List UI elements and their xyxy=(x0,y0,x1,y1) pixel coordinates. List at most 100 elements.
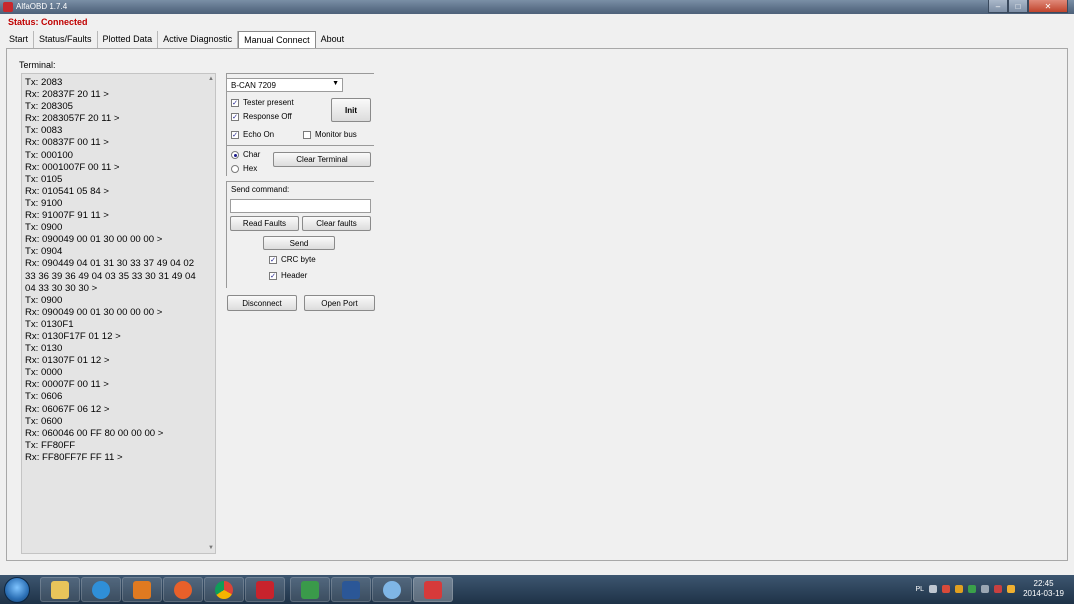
terminal-line: Rx: FF80FF7F FF 11 > xyxy=(25,451,123,463)
security-icon[interactable] xyxy=(955,585,964,593)
language-indicator[interactable]: PL xyxy=(916,586,925,593)
tab-start[interactable]: Start xyxy=(4,31,35,48)
response-off-checkbox[interactable]: ✓ Response Off xyxy=(231,112,292,121)
flag-icon[interactable] xyxy=(942,585,951,593)
terminal-line: Rx: 090049 00 01 30 00 00 00 > xyxy=(25,306,163,318)
terminal-line: Rx: 01307F 01 12 > xyxy=(25,355,110,367)
terminal-line: Rx: 010541 05 84 > xyxy=(25,185,110,197)
terminal-line: Rx: 06067F 06 12 > xyxy=(25,403,110,415)
terminal-line: Tx: 9100 xyxy=(25,197,63,209)
firefox-icon[interactable] xyxy=(163,577,203,602)
window-title: AlfaOBD 1.7.4 xyxy=(16,2,68,11)
crc-byte-label: CRC byte xyxy=(281,255,316,264)
crc-byte-checkbox[interactable]: ✓ CRC byte xyxy=(269,255,316,264)
monitor-bus-label: Monitor bus xyxy=(315,130,357,139)
terminal-line: Rx: 0130F17F 01 12 > xyxy=(25,330,121,342)
tab-active-diagnostic[interactable]: Active Diagnostic xyxy=(158,31,239,48)
clear-terminal-button[interactable]: Clear Terminal xyxy=(273,152,371,167)
tab-about[interactable]: About xyxy=(316,31,350,48)
read-faults-button[interactable]: Read Faults xyxy=(230,216,299,231)
terminal-line: Rx: 91007F 91 11 > xyxy=(25,210,109,222)
clear-faults-button[interactable]: Clear faults xyxy=(302,216,371,231)
terminal-line: Rx: 090449 04 01 31 30 33 37 49 04 02 33… xyxy=(25,258,199,294)
terminal-line: Tx: 0130 xyxy=(25,343,63,355)
network-icon[interactable] xyxy=(1007,585,1016,593)
tab-bar: Start Status/Faults Plotted Data Active … xyxy=(4,31,349,48)
start-icon[interactable] xyxy=(4,577,30,603)
echo-on-label: Echo On xyxy=(243,130,275,139)
command-input[interactable] xyxy=(230,199,371,213)
alfaobd-icon[interactable] xyxy=(413,577,453,602)
checkbox-box: ✓ xyxy=(231,98,239,107)
terminal-line: Tx: 0900 xyxy=(25,294,63,306)
taskbar: PL 22:45 2014-03-19 xyxy=(0,575,1074,604)
internet-explorer-icon[interactable] xyxy=(81,577,121,602)
send-button[interactable]: Send xyxy=(263,236,335,250)
terminal-line: Rx: 0001007F 00 11 > xyxy=(25,161,120,173)
terminal-label: Terminal: xyxy=(19,60,56,70)
tab-plotted-data[interactable]: Plotted Data xyxy=(98,31,159,48)
volume-icon[interactable] xyxy=(994,585,1003,593)
word-icon[interactable] xyxy=(331,577,371,602)
radio-dot xyxy=(231,150,239,159)
terminal-line: Rx: 00007F 00 11 > xyxy=(25,379,109,391)
window-controls: – □ ✕ xyxy=(988,0,1068,13)
char-label: Char xyxy=(243,150,261,159)
scroll-up-icon[interactable]: ▲ xyxy=(208,76,214,82)
terminal-line: Tx: 0105 xyxy=(25,173,63,185)
chevron-down-icon: ▼ xyxy=(332,80,339,87)
terminal-line: Tx: 0000 xyxy=(25,367,63,379)
char-radio[interactable]: Char xyxy=(231,150,260,159)
checkbox-box: ✓ xyxy=(231,112,239,121)
terminal-line: Tx: 0900 xyxy=(25,222,63,234)
monitor-bus-checkbox[interactable]: Monitor bus xyxy=(303,130,357,139)
tab-manual-connect[interactable]: Manual Connect xyxy=(238,31,316,48)
tester-present-checkbox[interactable]: ✓ Tester present xyxy=(231,98,294,107)
hex-label: Hex xyxy=(243,164,258,173)
tab-status-faults[interactable]: Status/Faults xyxy=(34,31,98,48)
chrome-icon[interactable] xyxy=(204,577,244,602)
maximize-icon[interactable]: □ xyxy=(1008,0,1028,13)
explorer-icon[interactable] xyxy=(40,577,80,602)
terminal-line: Rx: 060046 00 FF 80 00 00 00 > xyxy=(25,427,164,439)
clock-date: 2014-03-19 xyxy=(1023,589,1064,598)
terminal-line: Tx: 000100 xyxy=(25,149,74,161)
terminal-line: Rx: 2083057F 20 11 > xyxy=(25,113,120,125)
update-icon[interactable] xyxy=(968,585,977,593)
acrobat-icon[interactable] xyxy=(245,577,285,602)
send-command-label: Send command: xyxy=(231,185,290,194)
keyboard-icon[interactable] xyxy=(929,585,938,593)
echo-on-checkbox[interactable]: ✓ Echo On xyxy=(231,130,274,139)
terminal-line: Tx: 0904 xyxy=(25,246,63,258)
clock[interactable]: 22:45 2014-03-19 xyxy=(1023,579,1064,599)
terminal-output[interactable]: Tx: 2083 Rx: 20837F 20 11 > Tx: 208305 Rx: … xyxy=(21,73,216,554)
terminal-line: Tx: 2083 xyxy=(25,77,63,88)
header-label: Header xyxy=(281,271,308,280)
scroll-down-icon[interactable]: ▼ xyxy=(208,545,214,551)
connection-status: Status: Connected xyxy=(8,17,88,27)
minimize-icon[interactable]: – xyxy=(988,0,1008,13)
bus-select-value: B-CAN 7209 xyxy=(231,81,276,90)
hex-radio[interactable]: Hex xyxy=(231,164,257,173)
remote-icon[interactable] xyxy=(290,577,330,602)
terminal-line: Tx: 0130F1 xyxy=(25,318,74,330)
battery-icon[interactable] xyxy=(981,585,990,593)
checkbox-box: ✓ xyxy=(269,255,277,264)
media-player-icon[interactable] xyxy=(122,577,162,602)
header-checkbox[interactable]: ✓ Header xyxy=(269,271,307,280)
terminal-line: Tx: FF80FF xyxy=(25,439,76,451)
init-button[interactable]: Init xyxy=(331,98,371,122)
system-tray: PL 22:45 2014-03-19 xyxy=(916,579,1064,599)
disconnect-button[interactable]: Disconnect xyxy=(227,295,297,311)
terminal-line: Tx: 0600 xyxy=(25,415,63,427)
terminal-lines: Tx: 2083 Rx: 20837F 20 11 > Tx: 208305 Rx: … xyxy=(25,77,203,464)
terminal-line: Tx: 208305 xyxy=(25,101,74,113)
terminal-line: Tx: 0083 xyxy=(25,125,63,137)
bus-select[interactable]: B-CAN 7209 ▼ xyxy=(226,78,343,92)
open-port-button[interactable]: Open Port xyxy=(304,295,375,311)
manual-connect-panel: Terminal: Tx: 2083 Rx: 20837F 20 11 > Tx: … xyxy=(6,48,1068,561)
close-icon[interactable]: ✕ xyxy=(1028,0,1068,13)
paint-icon[interactable] xyxy=(372,577,412,602)
response-off-label: Response Off xyxy=(243,112,292,121)
checkbox-box: ✓ xyxy=(231,130,239,139)
